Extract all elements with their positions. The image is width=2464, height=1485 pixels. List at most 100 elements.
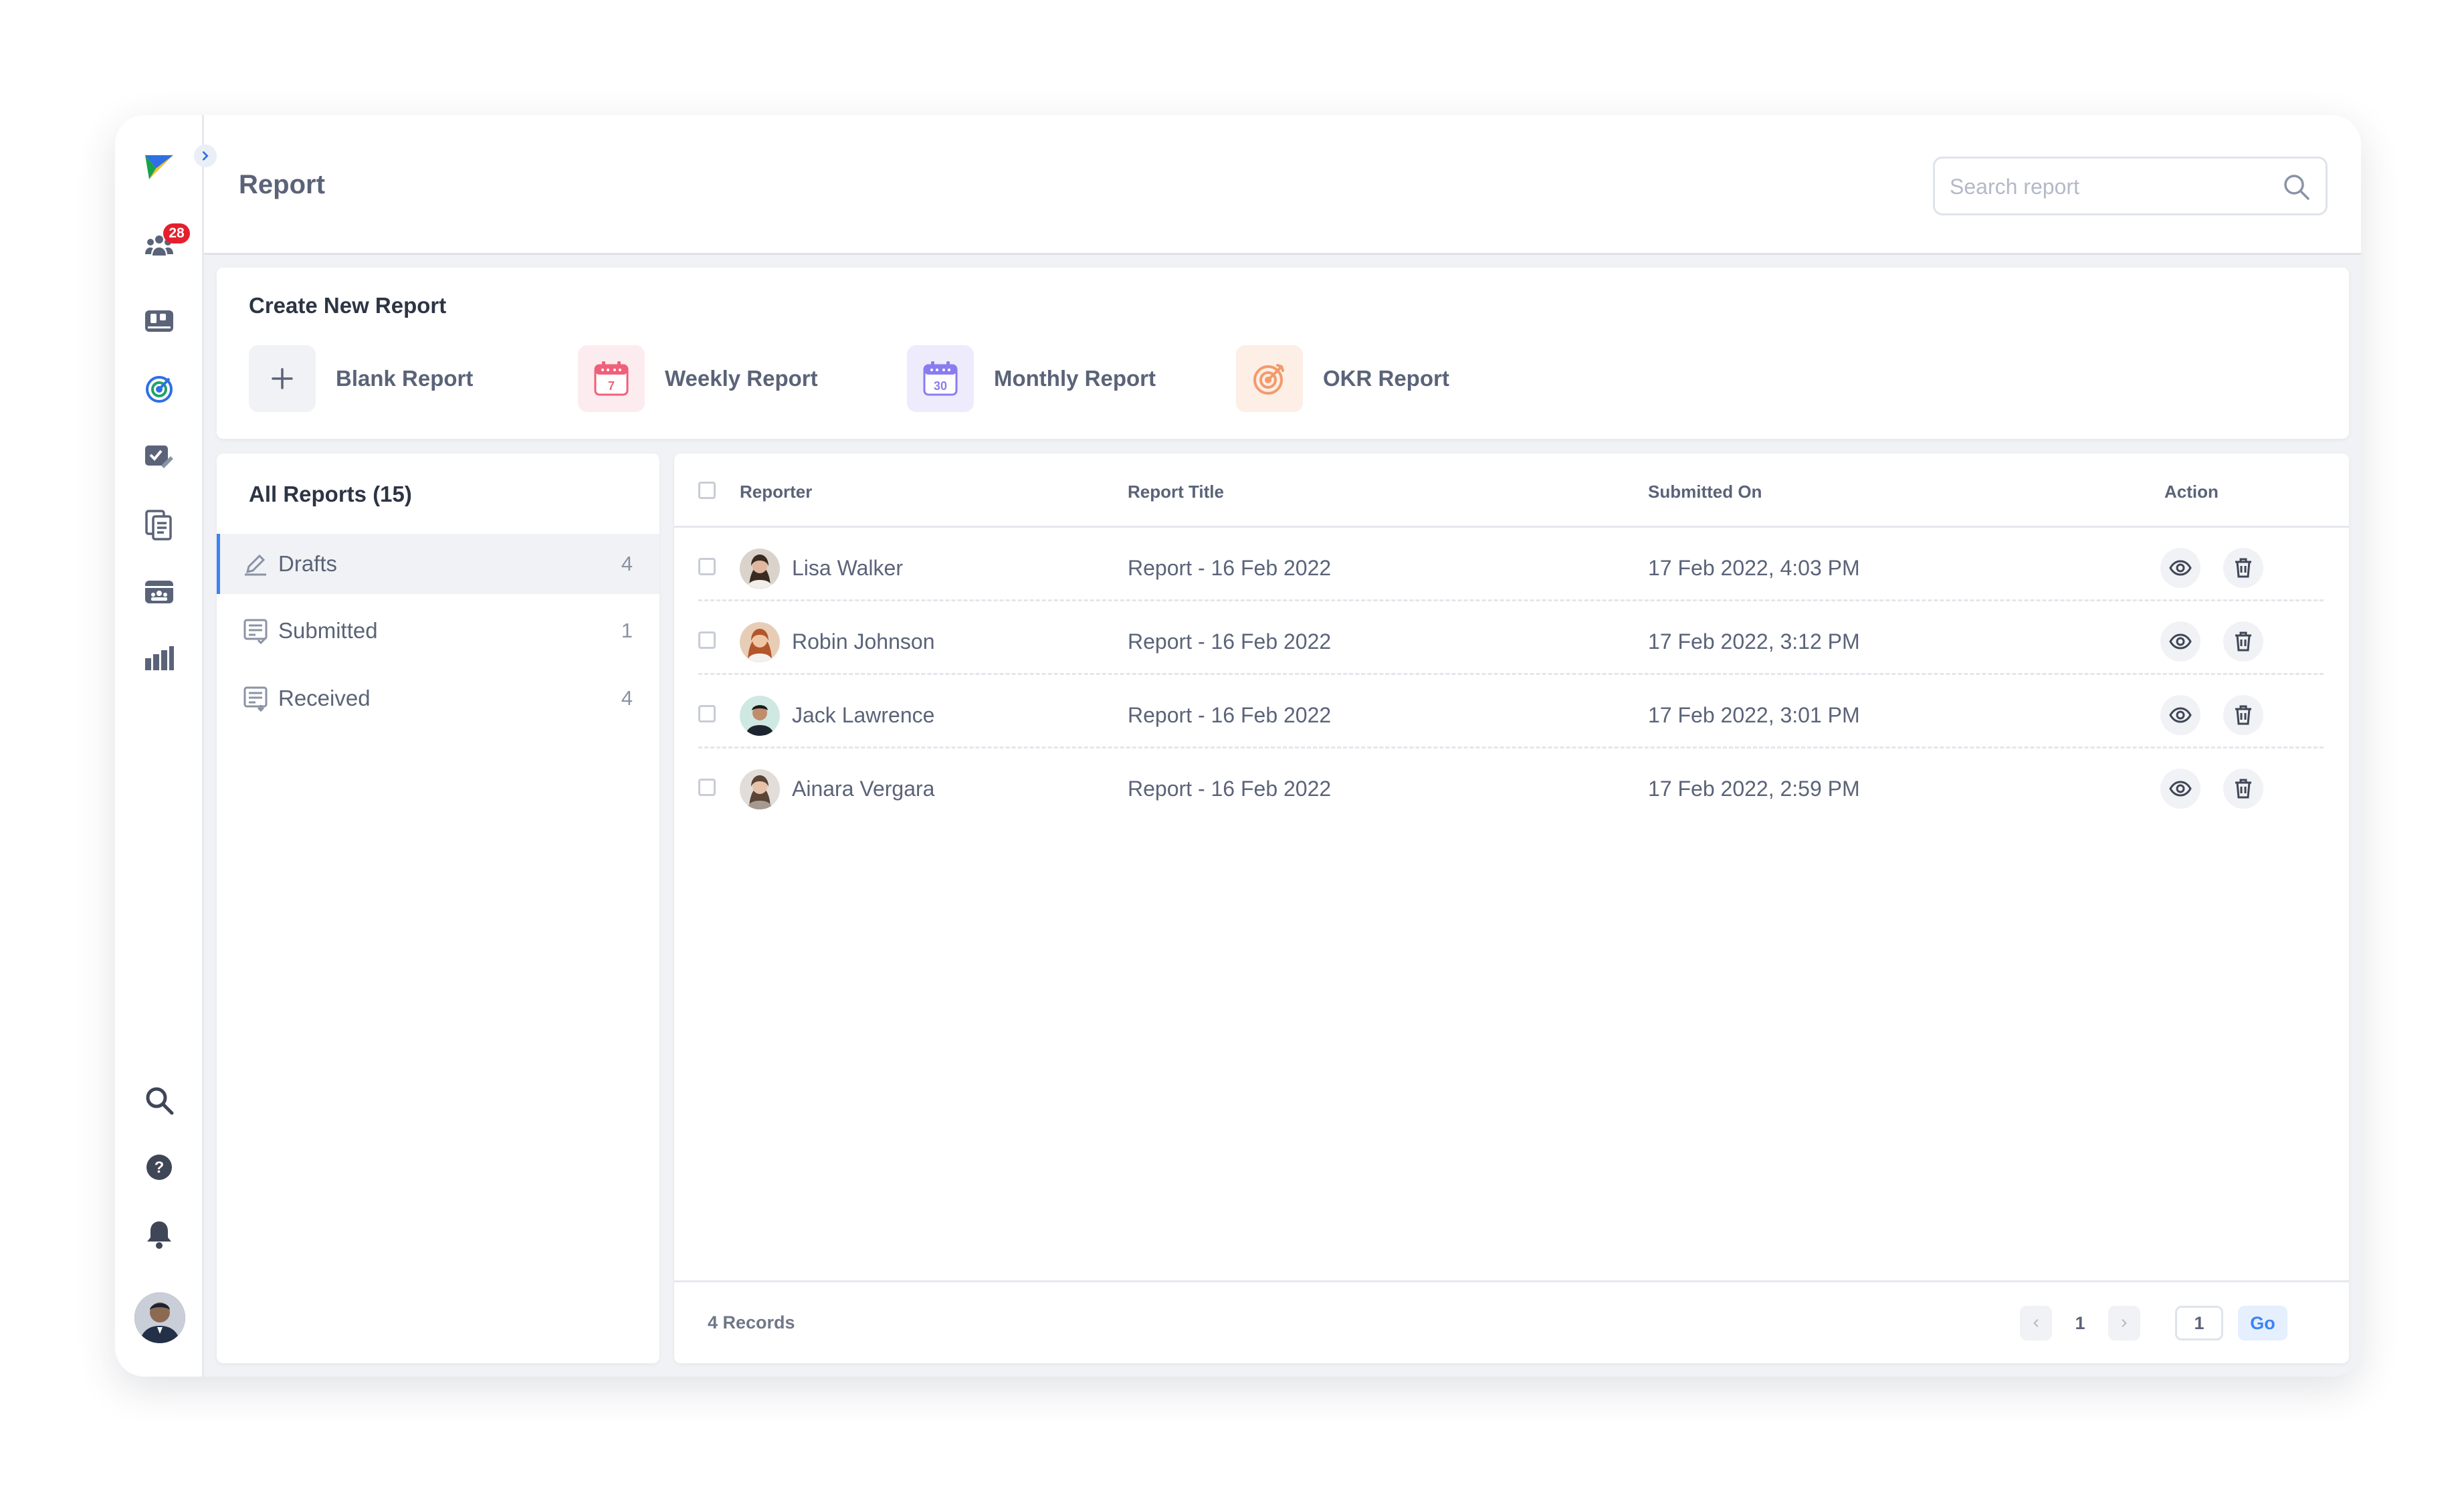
view-report-button[interactable] xyxy=(2160,769,2200,809)
team-card-icon[interactable] xyxy=(144,577,175,607)
table-row: Lisa Walker Report - 16 Feb 2022 17 Feb … xyxy=(674,528,2349,601)
eye-icon xyxy=(2169,781,2192,797)
reporter-avatar xyxy=(740,696,780,736)
view-report-button[interactable] xyxy=(2160,621,2200,662)
table-row: Robin Johnson Report - 16 Feb 2022 17 Fe… xyxy=(674,601,2349,675)
bar-chart-icon[interactable] xyxy=(144,644,175,674)
okr-target-icon xyxy=(1236,345,1303,412)
table-row: Jack Lawrence Report - 16 Feb 2022 17 Fe… xyxy=(674,675,2349,749)
bell-icon[interactable] xyxy=(144,1219,175,1250)
calendar-month-icon: 30 xyxy=(907,345,974,412)
blank-report-option[interactable]: Blank Report xyxy=(249,345,473,412)
brand-logo-icon[interactable] xyxy=(144,153,175,183)
weekly-report-option[interactable]: 7 Weekly Report xyxy=(578,345,818,412)
sidebar-item-submitted[interactable]: Submitted 1 xyxy=(217,601,659,661)
create-report-title: Create New Report xyxy=(249,293,447,318)
sidebar-item-drafts[interactable]: Drafts 4 xyxy=(217,534,659,594)
search-box[interactable] xyxy=(1933,157,2328,215)
eye-icon xyxy=(2169,633,2192,650)
report-title[interactable]: Report - 16 Feb 2022 xyxy=(1128,629,1331,654)
submitted-on: 17 Feb 2022, 4:03 PM xyxy=(1648,556,1860,580)
reports-table: Reporter Report Title Submitted On Actio… xyxy=(674,454,2349,1363)
view-report-button[interactable] xyxy=(2160,695,2200,735)
sidebar-item-count: 4 xyxy=(621,686,633,710)
go-button[interactable]: Go xyxy=(2238,1306,2287,1341)
sidebar-item-label: Submitted xyxy=(278,618,378,643)
delete-report-button[interactable] xyxy=(2223,695,2263,735)
submitted-on: 17 Feb 2022, 3:01 PM xyxy=(1648,703,1860,727)
blank-report-label: Blank Report xyxy=(336,366,474,391)
delete-report-button[interactable] xyxy=(2223,621,2263,662)
view-report-button[interactable] xyxy=(2160,548,2200,588)
footer-divider xyxy=(674,1280,2349,1282)
search-input[interactable] xyxy=(1948,159,2272,215)
delete-report-button[interactable] xyxy=(2223,769,2263,809)
chevron-left-icon xyxy=(2033,1319,2039,1327)
row-checkbox[interactable] xyxy=(698,705,716,722)
notification-badge: 28 xyxy=(163,223,190,243)
next-page-button[interactable] xyxy=(2108,1306,2140,1341)
row-checkbox[interactable] xyxy=(698,631,716,649)
prev-page-button[interactable] xyxy=(2020,1306,2052,1341)
search-icon[interactable] xyxy=(144,1085,175,1116)
column-header-action: Action xyxy=(2164,482,2219,502)
report-title[interactable]: Report - 16 Feb 2022 xyxy=(1128,556,1331,581)
row-checkbox[interactable] xyxy=(698,779,716,796)
app-window: 28 ? Report Search report Create New Rep… xyxy=(115,115,2361,1377)
reporter-avatar xyxy=(740,769,780,809)
column-header-submitted[interactable]: Submitted On xyxy=(1648,482,1762,502)
sidebar-item-count: 4 xyxy=(621,552,633,575)
plus-icon xyxy=(249,345,316,412)
report-title[interactable]: Report - 16 Feb 2022 xyxy=(1128,703,1331,728)
reporter-name[interactable]: Robin Johnson xyxy=(792,629,934,654)
submitted-on: 17 Feb 2022, 2:59 PM xyxy=(1648,777,1860,801)
chevron-right-icon xyxy=(2122,1319,2127,1327)
board-icon[interactable] xyxy=(144,306,175,337)
documents-icon[interactable] xyxy=(144,510,175,540)
select-all-checkbox[interactable] xyxy=(698,482,716,499)
task-edit-icon[interactable] xyxy=(144,441,175,472)
monthly-report-label: Monthly Report xyxy=(994,366,1156,391)
monthly-report-option[interactable]: 30 Monthly Report xyxy=(907,345,1156,412)
reporter-name[interactable]: Jack Lawrence xyxy=(792,703,934,728)
reporter-avatar xyxy=(740,549,780,589)
chevron-right-icon xyxy=(202,151,209,161)
sidebar-item-received[interactable]: Received 4 xyxy=(217,668,659,728)
reporter-avatar xyxy=(740,622,780,662)
sidebar-item-label: Drafts xyxy=(278,551,338,576)
reporter-name[interactable]: Lisa Walker xyxy=(792,556,903,581)
user-avatar[interactable] xyxy=(134,1292,185,1343)
nav-rail: 28 ? xyxy=(115,115,204,1377)
okr-report-label: OKR Report xyxy=(1323,366,1449,391)
calendar-week-icon: 7 xyxy=(578,345,645,412)
search-icon[interactable] xyxy=(2281,172,2311,201)
target-icon[interactable] xyxy=(144,373,175,404)
submitted-doc-icon xyxy=(243,619,268,644)
report-title[interactable]: Report - 16 Feb 2022 xyxy=(1128,777,1331,801)
goto-page-input[interactable]: 1 xyxy=(2175,1306,2223,1341)
reporter-name[interactable]: Ainara Vergara xyxy=(792,777,934,801)
records-count: 4 Records xyxy=(708,1312,795,1332)
trash-icon xyxy=(2235,705,2251,725)
trash-icon xyxy=(2235,779,2251,799)
svg-text:?: ? xyxy=(155,1159,165,1177)
sidebar-item-count: 1 xyxy=(621,619,633,642)
weekly-report-label: Weekly Report xyxy=(665,366,818,391)
okr-report-option[interactable]: OKR Report xyxy=(1236,345,1449,412)
trash-icon xyxy=(2235,558,2251,578)
current-page[interactable]: 1 xyxy=(2063,1306,2097,1341)
eye-icon xyxy=(2169,560,2192,576)
column-header-title[interactable]: Report Title xyxy=(1128,482,1224,502)
help-icon[interactable]: ? xyxy=(144,1152,175,1183)
svg-text:7: 7 xyxy=(608,379,615,393)
expand-rail-button[interactable] xyxy=(194,144,217,167)
eye-icon xyxy=(2169,707,2192,723)
delete-report-button[interactable] xyxy=(2223,548,2263,588)
received-doc-icon xyxy=(243,686,268,712)
column-header-reporter[interactable]: Reporter xyxy=(740,482,812,502)
create-report-card: Create New Report Blank Report 7 Weekly … xyxy=(217,268,2349,439)
pencil-icon xyxy=(245,554,266,576)
submitted-on: 17 Feb 2022, 3:12 PM xyxy=(1648,629,1860,654)
row-checkbox[interactable] xyxy=(698,558,716,575)
reports-filter-panel: All Reports (15) Drafts 4 Submitted 1 Re… xyxy=(217,454,659,1363)
